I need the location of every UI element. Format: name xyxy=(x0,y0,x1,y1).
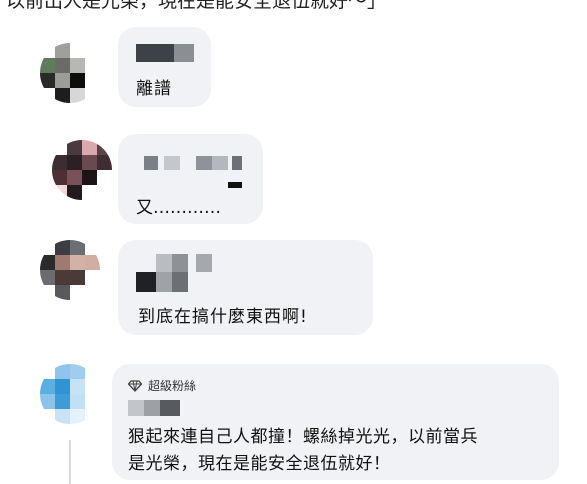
top-fan-badge: 超級粉絲 xyxy=(128,377,196,394)
comment-text-line: 是光榮，現在是能安全退伍就好！ xyxy=(128,454,391,474)
avatar[interactable] xyxy=(52,140,112,200)
diamond-icon xyxy=(128,379,142,392)
comment-bubble: 離譜 xyxy=(118,27,211,107)
reply-thread-line xyxy=(69,440,71,484)
comment-bubble: 又………… xyxy=(118,134,263,224)
comment-text-line: 狠起來連自己人都撞！螺絲掉光光，以前當兵 xyxy=(128,427,478,447)
comment-text: 離譜 xyxy=(136,79,172,99)
commenter-name-redacted xyxy=(136,254,216,294)
avatar[interactable] xyxy=(40,364,100,424)
commenter-name-redacted xyxy=(144,156,246,192)
commenter-name-redacted xyxy=(128,400,180,416)
commenter-name-redacted xyxy=(136,44,194,62)
post-text-fragment: 以前出人是光榮，現在是能安全退伍就好～」 xyxy=(6,0,387,12)
avatar[interactable] xyxy=(40,43,100,103)
comment-text: 又………… xyxy=(136,198,221,218)
avatar[interactable] xyxy=(40,240,100,300)
badge-label: 超級粉絲 xyxy=(148,379,197,393)
comment-text: 到底在搞什麼東西啊! xyxy=(138,307,308,327)
comment-bubble: 到底在搞什麼東西啊! xyxy=(118,240,373,335)
